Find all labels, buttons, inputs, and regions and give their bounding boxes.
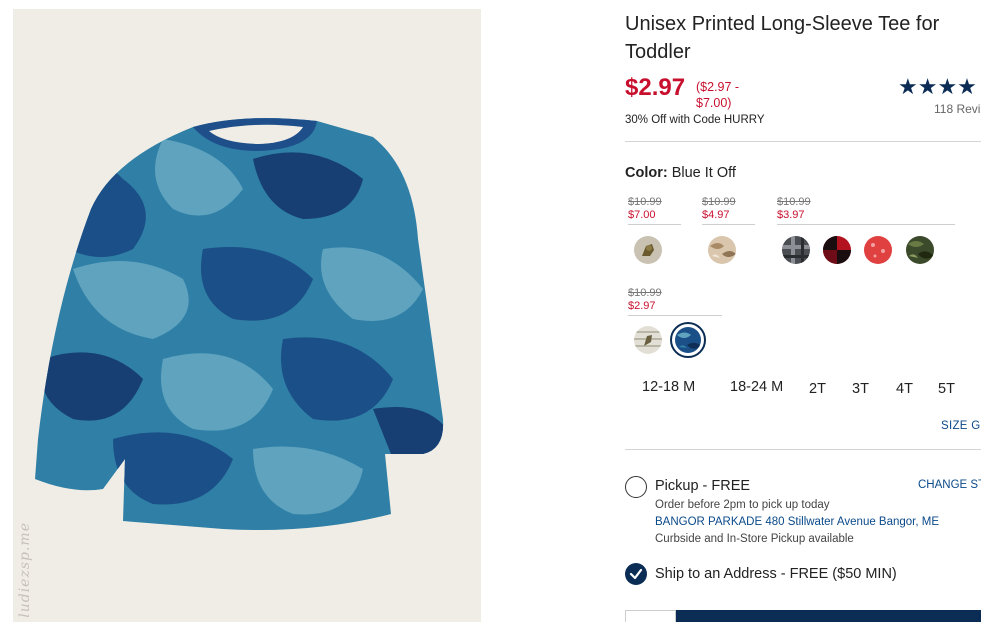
watermark: ludiezsp.me [17, 522, 33, 618]
pickup-note: Order before 2pm to pick up today [655, 499, 830, 511]
swatch-red-buffalo-plaid[interactable] [823, 236, 851, 264]
original-price: $10.99 [628, 287, 662, 299]
divider [628, 224, 681, 225]
divider [702, 224, 755, 225]
rating-stars[interactable]: ★★★★ [898, 74, 977, 100]
sale-price: $2.97 [625, 74, 686, 101]
swatch-tan-camo[interactable] [708, 236, 736, 264]
sale-price-group: $7.00 [628, 209, 656, 221]
review-count[interactable]: 118 Revi [934, 102, 980, 116]
color-label-key: Color: [625, 165, 668, 181]
product-details-panel: Unisex Printed Long-Sleeve Tee for Toddl… [625, 0, 981, 622]
original-price: $10.99 [702, 196, 736, 208]
product-title: Unisex Printed Long-Sleeve Tee for Toddl… [625, 13, 940, 63]
price-group: $10.99 $7.00 [628, 196, 681, 225]
swatch-blue-camo-selected[interactable] [670, 322, 706, 358]
color-label: Color: Blue It Off [625, 165, 736, 181]
price-group: $10.99 $4.97 [702, 196, 755, 225]
swatch-green-camo[interactable] [906, 236, 934, 264]
color-value: Blue It Off [671, 165, 736, 181]
curbside-note: Curbside and In-Store Pickup available [655, 533, 854, 545]
swatch-red-print[interactable] [864, 236, 892, 264]
price-range: ($2.97 - $7.00) [696, 80, 740, 110]
add-to-bag-button[interactable] [676, 610, 981, 622]
change-store-link[interactable]: CHANGE STO [918, 479, 981, 491]
promo-text: 30% Off with Code HURRY [625, 114, 765, 126]
pickup-label[interactable]: Pickup - FREE [655, 478, 750, 494]
divider [628, 315, 722, 316]
price-group: $10.99 $2.97 [628, 287, 722, 316]
size-5t[interactable]: 5T [938, 381, 955, 397]
original-price: $10.99 [777, 196, 811, 208]
size-18-24m[interactable]: 18-24 M [730, 379, 783, 395]
product-image[interactable]: ludiezsp.me [13, 9, 481, 622]
store-address-link[interactable]: BANGOR PARKADE 480 Stillwater Avenue Ban… [655, 516, 939, 528]
sale-price-group: $3.97 [777, 209, 805, 221]
camo-tee-image [35, 118, 444, 530]
size-3t[interactable]: 3T [852, 381, 869, 397]
original-price: $10.99 [628, 196, 662, 208]
quantity-box[interactable] [625, 610, 676, 622]
size-12-18m[interactable]: 12-18 M [642, 379, 695, 395]
sale-price-group: $2.97 [628, 300, 656, 312]
size-guide-link[interactable]: SIZE GU [941, 420, 981, 432]
check-icon [629, 568, 643, 580]
size-2t[interactable]: 2T [809, 381, 826, 397]
pickup-radio[interactable] [625, 476, 647, 498]
ship-label[interactable]: Ship to an Address - FREE ($50 MIN) [655, 566, 897, 582]
swatch-striped-print[interactable] [634, 326, 662, 354]
swatch-blue-camo-image [675, 327, 701, 353]
divider [625, 141, 981, 142]
sale-price-group: $4.97 [702, 209, 730, 221]
ship-checkmark-radio[interactable] [625, 563, 647, 585]
divider [777, 224, 955, 225]
size-4t[interactable]: 4T [896, 381, 913, 397]
swatch-dinosaur-print[interactable] [634, 236, 662, 264]
swatch-gray-plaid[interactable] [782, 236, 810, 264]
price-group: $10.99 $3.97 [777, 196, 955, 225]
divider [625, 449, 981, 450]
